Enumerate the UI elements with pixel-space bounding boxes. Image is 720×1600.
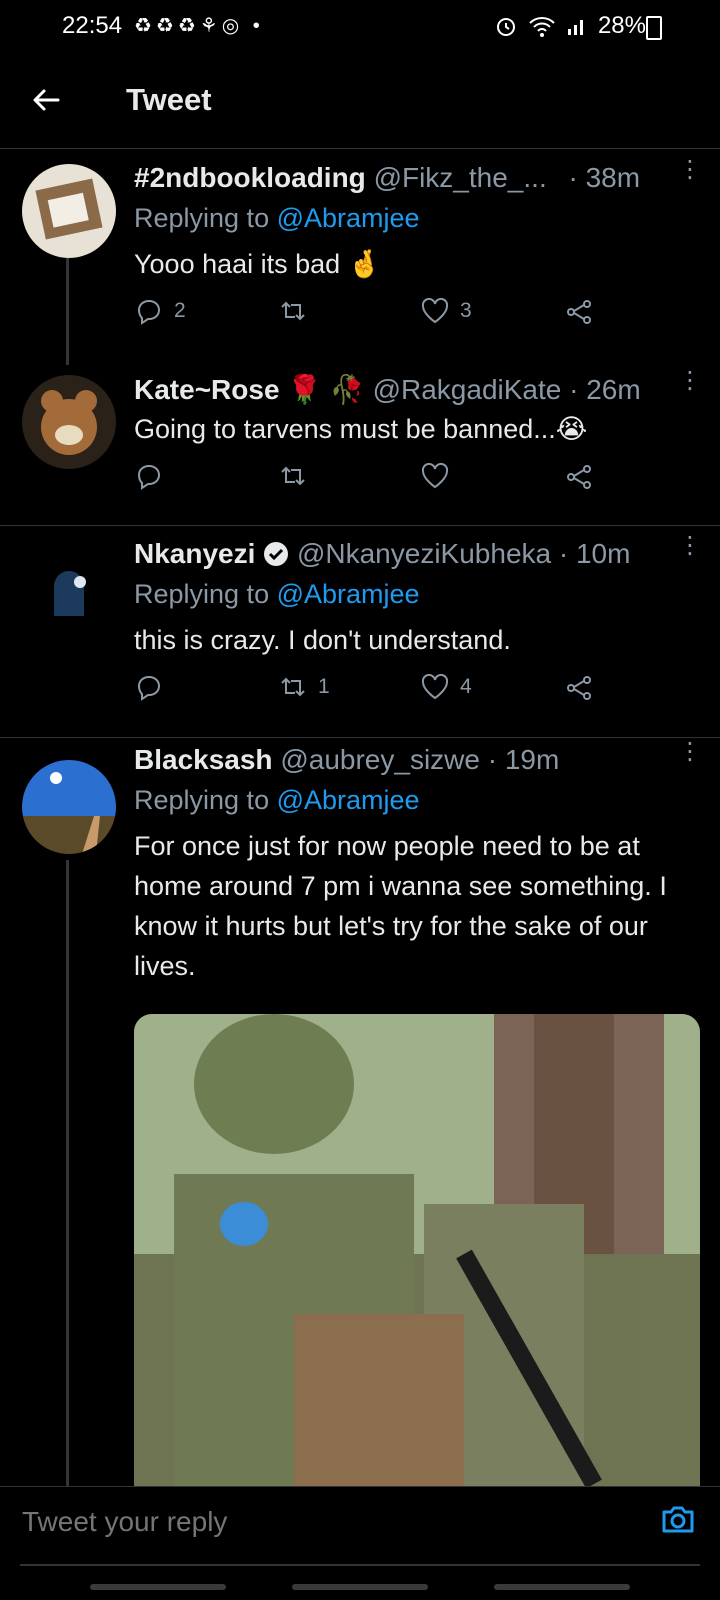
reply-icon: [137, 675, 161, 701]
heart-icon: [421, 673, 449, 700]
timestamp: · 19m: [487, 744, 560, 775]
battery-percent: 28%: [597, 12, 646, 39]
header: Tweet: [0, 60, 720, 149]
display-name[interactable]: Kate~Rose 🌹 🥀: [134, 374, 365, 405]
replying-to: Replying to @Abramjee: [134, 203, 420, 234]
handle[interactable]: @aubrey_sizwe: [280, 744, 480, 775]
replying-to-label: Replying to: [134, 785, 270, 815]
share-icon: [567, 465, 591, 489]
like-button[interactable]: [420, 461, 460, 491]
status-bar: 22:54 ♻♻♻⚘◎ • 28%: [0, 0, 720, 52]
heart-icon: [421, 297, 449, 324]
notification-icons: ♻♻♻⚘◎ •: [134, 15, 264, 37]
tweet-text: Yooo haai its bad 🤞: [134, 249, 382, 279]
handle[interactable]: @Fikz_the_...: [374, 162, 547, 193]
camera-icon[interactable]: [658, 1499, 698, 1539]
display-name[interactable]: Blacksash: [134, 744, 273, 775]
handle[interactable]: @RakgadiKate: [373, 374, 562, 405]
tweet-header: Kate~Rose 🌹 🥀 @RakgadiKate · 26m: [134, 373, 641, 406]
thread-line: [66, 860, 69, 1486]
heart-icon: [421, 462, 449, 489]
reply-icon: [137, 299, 161, 325]
tweet-text: Going to tarvens must be banned...😭: [134, 414, 588, 444]
display-name[interactable]: Nkanyezi: [134, 538, 255, 569]
reply-button[interactable]: [134, 672, 174, 702]
share-button[interactable]: [564, 296, 594, 326]
tweet-item[interactable]: Blacksash @aubrey_sizwe · 19m ⋮ Replying…: [0, 738, 720, 1486]
status-time: 22:54: [62, 12, 123, 39]
tweet-item[interactable]: #2ndbookloading @Fikz_the_... · 38m ⋮ Re…: [0, 150, 720, 365]
nav-home-button[interactable]: [292, 1584, 428, 1590]
retweet-button[interactable]: [278, 461, 318, 491]
like-count: 4: [460, 675, 472, 698]
tweet-item[interactable]: Kate~Rose 🌹 🥀 @RakgadiKate · 26m ⋮ Going…: [0, 365, 720, 525]
replying-to-label: Replying to: [134, 579, 270, 609]
timestamp: · 26m: [569, 374, 641, 405]
display-name[interactable]: #2ndbookloading: [134, 162, 366, 193]
replying-to: Replying to @Abramjee: [134, 579, 420, 610]
timestamp: · 38m: [568, 162, 641, 193]
reply-icon: [137, 464, 161, 490]
battery-icon: [646, 16, 662, 40]
tweet-actions: [134, 461, 604, 497]
tweet-text: this is crazy. I don't understand.: [134, 625, 511, 655]
nav-back-button[interactable]: [494, 1584, 630, 1590]
avatar[interactable]: [22, 375, 116, 469]
tweet-header: Nkanyezi @NkanyeziKubheka · 10m: [134, 538, 630, 570]
retweet-icon: [281, 466, 305, 486]
system-nav-bar: [0, 1576, 720, 1600]
reply-count: 2: [174, 299, 186, 322]
mention-link[interactable]: @Abramjee: [277, 579, 420, 609]
more-options-icon[interactable]: ⋮: [678, 740, 702, 764]
page-title: Tweet: [126, 82, 212, 117]
retweet-count: 1: [318, 675, 330, 698]
share-button[interactable]: [564, 461, 594, 491]
thread-line: [66, 258, 69, 365]
replying-to-label: Replying to: [134, 203, 270, 233]
tweet-actions: 1 4: [134, 672, 604, 708]
avatar[interactable]: [22, 546, 116, 640]
avatar[interactable]: [22, 164, 116, 258]
like-count: 3: [460, 299, 472, 322]
more-options-icon[interactable]: ⋮: [678, 369, 702, 393]
share-button[interactable]: [564, 672, 594, 702]
mention-link[interactable]: @Abramjee: [277, 203, 420, 233]
reply-button[interactable]: 2: [134, 296, 186, 326]
retweet-button[interactable]: 1: [278, 672, 330, 702]
share-icon: [567, 676, 591, 700]
tweet-actions: 2 3: [134, 296, 604, 332]
nav-recents-button[interactable]: [90, 1584, 226, 1590]
more-options-icon[interactable]: ⋮: [678, 158, 702, 182]
alarm-icon: [496, 18, 515, 36]
reply-bar: [0, 1486, 720, 1565]
tweet-header: Blacksash @aubrey_sizwe · 19m: [134, 744, 559, 776]
like-button[interactable]: 4: [420, 672, 472, 702]
status-right: 28%: [494, 12, 646, 40]
replying-to: Replying to @Abramjee: [134, 785, 420, 816]
tweet-media-image[interactable]: [134, 1014, 700, 1486]
avatar[interactable]: [22, 760, 116, 854]
more-options-icon[interactable]: ⋮: [678, 534, 702, 558]
like-button[interactable]: 3: [420, 296, 472, 326]
handle[interactable]: @NkanyeziKubheka: [297, 538, 551, 569]
retweet-button[interactable]: [278, 296, 318, 326]
verified-badge-icon: [264, 542, 289, 566]
share-icon: [567, 300, 591, 324]
reply-button[interactable]: [134, 461, 174, 491]
retweet-icon: [281, 301, 305, 321]
tweet-text: For once just for now people need to be …: [134, 831, 667, 981]
wifi-icon: [529, 17, 555, 37]
reply-underline: [20, 1564, 700, 1566]
reply-input[interactable]: [20, 1501, 624, 1543]
timestamp: · 10m: [558, 538, 631, 569]
signal-icon: [567, 20, 583, 35]
retweet-icon: [281, 677, 305, 697]
tweet-header: #2ndbookloading @Fikz_the_... · 38m: [134, 162, 640, 194]
mention-link[interactable]: @Abramjee: [277, 785, 420, 815]
back-arrow-icon[interactable]: [30, 84, 70, 124]
tweet-item[interactable]: Nkanyezi @NkanyeziKubheka · 10m ⋮ Replyi…: [0, 526, 720, 736]
